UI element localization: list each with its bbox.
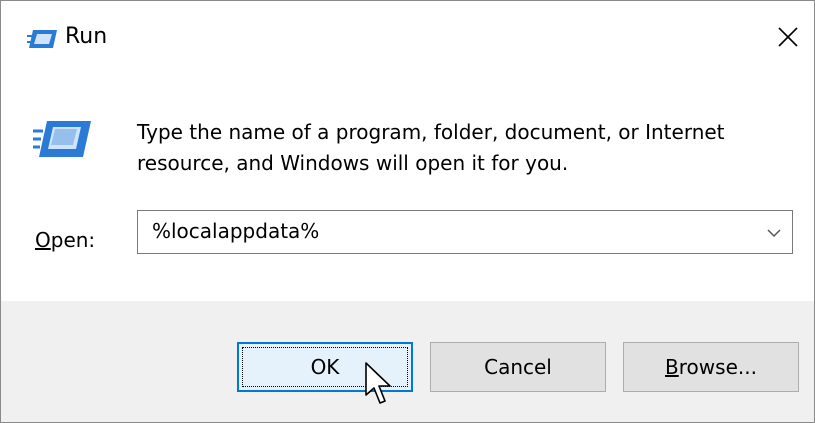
dialog-description: Type the name of a program, folder, docu… [137, 120, 725, 175]
mouse-pointer-icon [365, 362, 391, 404]
close-button[interactable] [766, 15, 810, 59]
cancel-button-label: Cancel [484, 355, 552, 379]
open-combobox[interactable]: %localappdata% [137, 210, 793, 254]
open-input[interactable]: %localappdata% [152, 219, 319, 243]
browse-label-text: rowse... [678, 355, 757, 379]
run-icon [33, 121, 91, 157]
title-bar[interactable]: Run [1, 1, 814, 87]
close-icon [778, 27, 798, 47]
run-icon [27, 30, 57, 48]
button-bar: OK Cancel Browse... [1, 301, 814, 422]
window-title: Run [65, 24, 108, 49]
dialog-content: Type the name of a program, folder, docu… [1, 87, 814, 301]
open-label: Open: [35, 228, 95, 252]
cancel-button[interactable]: Cancel [430, 342, 606, 392]
open-label-text: pen: [50, 228, 96, 252]
run-dialog: Run Type the name of a program, folder, … [0, 0, 815, 423]
browse-mnemonic: B [665, 355, 679, 379]
open-label-mnemonic: O [35, 228, 51, 252]
browse-button-label: Browse... [665, 355, 757, 379]
browse-button[interactable]: Browse... [623, 342, 799, 392]
chevron-down-icon[interactable] [766, 225, 782, 241]
